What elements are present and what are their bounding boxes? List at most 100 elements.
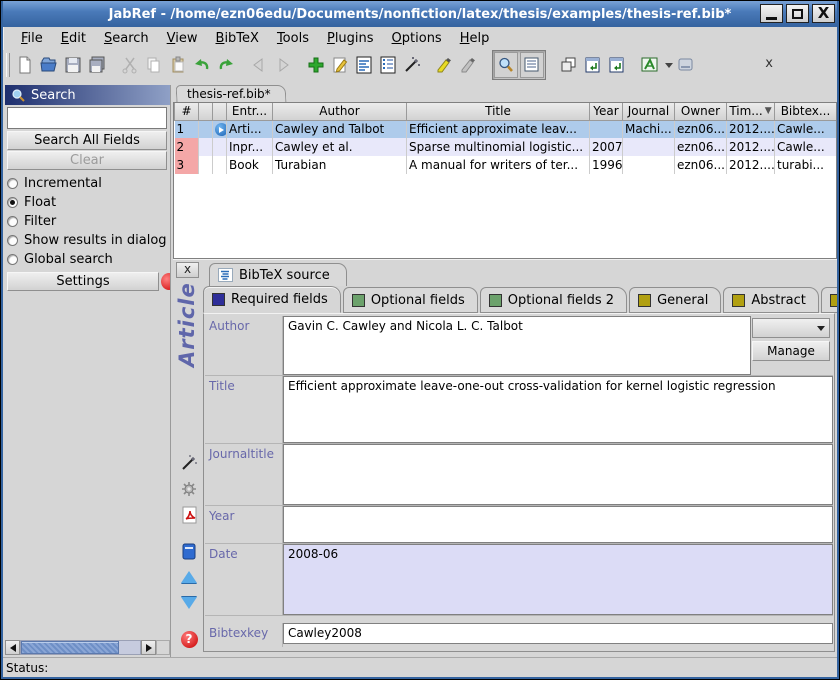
radio-incremental[interactable]: Incremental bbox=[7, 174, 170, 193]
title-field-input[interactable]: Efficient approximate leave-one-out cros… bbox=[283, 376, 833, 443]
edit-strings-icon[interactable] bbox=[376, 52, 400, 78]
cleanup-wand-icon[interactable] bbox=[400, 52, 424, 78]
duplicate-entry-icon[interactable] bbox=[557, 52, 581, 78]
scroll-track[interactable] bbox=[20, 640, 141, 655]
manage-button[interactable]: Manage bbox=[752, 341, 830, 361]
col-bibtexkey[interactable]: Bibtex... bbox=[775, 103, 837, 120]
col-title[interactable]: Title bbox=[407, 103, 590, 120]
tab-optional-fields[interactable]: Optional fields bbox=[343, 287, 478, 313]
help-icon[interactable] bbox=[161, 273, 171, 290]
col-author[interactable]: Author bbox=[273, 103, 407, 120]
save-database-icon[interactable] bbox=[61, 52, 85, 78]
autogenerate-key-wand-icon[interactable] bbox=[177, 450, 201, 476]
radio-float[interactable]: Float bbox=[7, 193, 170, 212]
table-row[interactable]: 2 Inpr... Cawley et al. Sparse multinomi… bbox=[175, 138, 837, 156]
menu-tools[interactable]: Tools bbox=[268, 28, 318, 49]
push-to-lyx-icon[interactable] bbox=[638, 52, 662, 78]
toggle-preview-icon[interactable] bbox=[520, 52, 544, 78]
radio-label: Float bbox=[24, 195, 56, 210]
scroll-left-button[interactable] bbox=[5, 640, 20, 655]
year-field-input[interactable] bbox=[283, 506, 833, 543]
col-year[interactable]: Year bbox=[590, 103, 623, 120]
menu-options[interactable]: Options bbox=[383, 28, 451, 49]
col-ranking[interactable] bbox=[199, 103, 213, 120]
menu-help[interactable]: Help bbox=[451, 28, 499, 49]
maximize-button[interactable] bbox=[786, 4, 809, 23]
minimize-button[interactable] bbox=[760, 4, 783, 23]
paste-icon[interactable] bbox=[166, 52, 190, 78]
pdf-file-icon[interactable] bbox=[177, 502, 201, 528]
mark-entries-icon[interactable] bbox=[433, 52, 457, 78]
settings-button[interactable]: Settings bbox=[7, 272, 159, 291]
author-names-dropdown[interactable] bbox=[752, 318, 830, 338]
move-up-icon[interactable] bbox=[177, 564, 201, 590]
undo-icon[interactable] bbox=[190, 52, 214, 78]
tab-abstract[interactable]: Abstract bbox=[723, 287, 819, 313]
tab-label: Required fields bbox=[231, 292, 328, 307]
write-xmp-icon[interactable] bbox=[177, 538, 201, 564]
sort-descending-icon: ▼ bbox=[765, 106, 772, 116]
forward-icon[interactable] bbox=[271, 52, 295, 78]
col-owner[interactable]: Owner bbox=[675, 103, 727, 120]
table-row[interactable]: 1 Arti... Cawley and Talbot Efficient ap… bbox=[175, 120, 837, 138]
push-to-application-icon[interactable] bbox=[674, 52, 698, 78]
fetch-medline-icon[interactable] bbox=[581, 52, 605, 78]
edit-preamble-icon[interactable] bbox=[352, 52, 376, 78]
cut-icon[interactable] bbox=[118, 52, 142, 78]
col-entrytype[interactable]: Entr... bbox=[227, 103, 273, 120]
menu-view[interactable]: View bbox=[158, 28, 207, 49]
menu-bibtex[interactable]: BibTeX bbox=[207, 28, 268, 49]
tab-review[interactable]: Review bbox=[821, 287, 839, 313]
push-dropdown-icon[interactable] bbox=[662, 52, 674, 78]
author-field-input[interactable]: Gavin C. Cawley and Nicola L. C. Talbot bbox=[283, 316, 751, 375]
title-bar[interactable]: JabRef - /home/ezn06edu/Documents/nonfic… bbox=[1, 1, 839, 27]
col-journal[interactable]: Journal bbox=[623, 103, 675, 120]
database-tab[interactable]: thesis-ref.bib* bbox=[176, 85, 287, 102]
radio-global-search[interactable]: Global search bbox=[7, 250, 170, 269]
toolbar-close-icon[interactable]: x bbox=[765, 57, 773, 70]
redo-icon[interactable] bbox=[214, 52, 238, 78]
scroll-right-button[interactable] bbox=[141, 640, 156, 655]
new-entry-icon[interactable] bbox=[304, 52, 328, 78]
menu-edit[interactable]: Edit bbox=[52, 28, 95, 49]
tab-required-fields[interactable]: Required fields bbox=[203, 286, 341, 313]
search-all-fields-button[interactable]: Search All Fields bbox=[7, 131, 167, 150]
menu-plugins[interactable]: Plugins bbox=[318, 28, 383, 49]
fetch-citeseer-icon[interactable] bbox=[605, 52, 629, 78]
move-down-icon[interactable] bbox=[177, 590, 201, 616]
edit-entry-icon[interactable] bbox=[328, 52, 352, 78]
close-button[interactable]: X bbox=[812, 4, 835, 23]
open-database-icon[interactable] bbox=[37, 52, 61, 78]
save-all-databases-icon[interactable] bbox=[85, 52, 109, 78]
radio-show-results-in-dialog[interactable]: Show results in dialog bbox=[7, 231, 170, 250]
col-timestamp[interactable]: Tim...▼ bbox=[727, 103, 775, 120]
gear-icon[interactable] bbox=[177, 476, 201, 502]
file-cell[interactable] bbox=[213, 120, 227, 138]
attached-file-icon[interactable] bbox=[215, 123, 227, 136]
search-input[interactable] bbox=[7, 107, 167, 129]
col-number[interactable]: # bbox=[175, 103, 199, 120]
menu-file[interactable]: File bbox=[12, 28, 52, 49]
back-icon[interactable] bbox=[247, 52, 271, 78]
unmark-entries-icon[interactable] bbox=[457, 52, 481, 78]
col-file[interactable] bbox=[213, 103, 227, 120]
scroll-thumb[interactable] bbox=[21, 641, 119, 654]
copy-icon[interactable] bbox=[142, 52, 166, 78]
sidebar-horizontal-scrollbar[interactable] bbox=[5, 640, 170, 655]
tab-optional-fields-2[interactable]: Optional fields 2 bbox=[480, 287, 627, 313]
toolbar-grip[interactable] bbox=[6, 53, 10, 77]
tab-bibtex-source[interactable]: BibTeX source bbox=[209, 263, 347, 286]
clear-button[interactable]: Clear bbox=[7, 151, 167, 170]
entry-editor-close-button[interactable]: x bbox=[176, 262, 199, 278]
table-row[interactable]: 3 Book Turabian A manual for writers of … bbox=[175, 156, 837, 174]
radio-filter[interactable]: Filter bbox=[7, 212, 170, 231]
new-database-icon[interactable] bbox=[13, 52, 37, 78]
date-field-input[interactable]: 2008-06 bbox=[283, 544, 833, 615]
journaltitle-field-input[interactable] bbox=[283, 444, 833, 505]
help-icon[interactable]: ? bbox=[177, 626, 201, 652]
toggle-search-icon[interactable] bbox=[494, 52, 518, 78]
tab-general[interactable]: General bbox=[629, 287, 721, 313]
menu-search[interactable]: Search bbox=[95, 28, 158, 49]
search-panel-header[interactable]: Search bbox=[5, 85, 170, 105]
bibtexkey-field-input[interactable]: Cawley2008 bbox=[283, 623, 833, 644]
